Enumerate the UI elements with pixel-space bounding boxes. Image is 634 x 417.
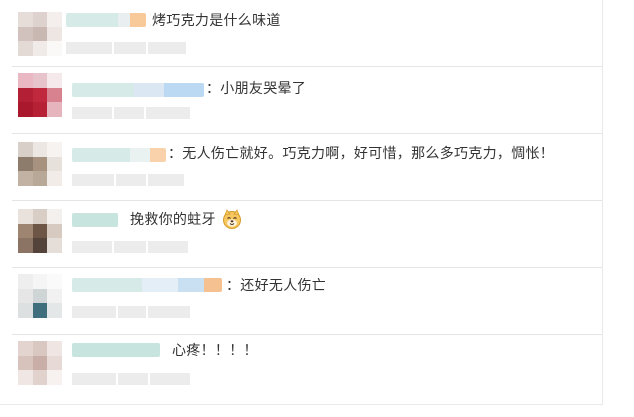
- avatar[interactable]: [18, 142, 62, 186]
- comment-list: 烤巧克力是什么味道 ：小朋友哭晕了 ：无人伤亡就好。巧克力啊，好可惜，那么多巧克…: [0, 0, 603, 405]
- avatar[interactable]: [18, 73, 62, 117]
- avatar[interactable]: [18, 209, 62, 253]
- comment-item: ：小朋友哭晕了: [0, 67, 602, 133]
- comment-item: ：无人伤亡就好。巧克力啊，好可惜，那么多巧克力，惆怅！: [0, 134, 602, 200]
- comment-text-label: 挽救你的蛀牙: [130, 212, 216, 228]
- nickname[interactable]: [66, 13, 146, 27]
- nickname[interactable]: [72, 343, 160, 357]
- comment-meta: [72, 107, 190, 119]
- comment-meta: [72, 306, 190, 318]
- avatar[interactable]: [18, 341, 62, 385]
- comment-text: ：小朋友哭晕了: [206, 81, 307, 97]
- nickname[interactable]: [72, 278, 222, 292]
- comment-item: 挽救你的蛀牙: [0, 201, 602, 267]
- comment-text: 烤巧克力是什么味道: [152, 13, 281, 29]
- nickname[interactable]: [72, 213, 118, 227]
- avatar[interactable]: [18, 12, 62, 56]
- comment-meta: [72, 174, 184, 186]
- nickname[interactable]: [72, 148, 166, 162]
- comment-text: 心疼！！！！: [172, 343, 258, 359]
- nickname[interactable]: [72, 83, 204, 97]
- comment-item: 心疼！！！！: [0, 335, 602, 404]
- comment-meta: [72, 241, 188, 253]
- comment-text: 挽救你的蛀牙: [130, 211, 216, 229]
- avatar[interactable]: [18, 274, 62, 318]
- comment-item: 烤巧克力是什么味道: [0, 0, 602, 66]
- comment-text: ：还好无人伤亡: [226, 278, 327, 294]
- comment-meta: [66, 42, 186, 54]
- comment-item: ：还好无人伤亡: [0, 268, 602, 334]
- smiling-doge-face-icon: [223, 209, 241, 229]
- comment-meta: [72, 373, 190, 385]
- comment-text: ：无人伤亡就好。巧克力啊，好可惜，那么多巧克力，惆怅！: [168, 146, 555, 162]
